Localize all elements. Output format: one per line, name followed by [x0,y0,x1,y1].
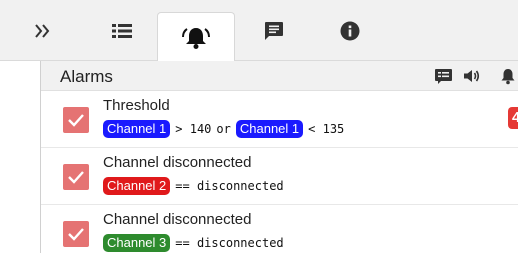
panel-title: Alarms [60,67,113,86]
panel-header: Alarms [41,61,518,91]
channel-chip[interactable]: Channel 3 [103,234,171,252]
message-icon[interactable] [434,68,452,84]
channel-chip[interactable]: Channel 2 [103,177,171,195]
tab-messages[interactable] [252,0,296,61]
alarm-checkbox[interactable] [63,164,89,190]
condition-operator: < 135 [308,122,345,136]
alarms-panel: Alarms Threshold Channel 1 > 140 or Chan… [40,61,518,253]
alarm-condition: Channel 1 > 140 or Channel 1 < 135 [103,119,349,139]
list-item[interactable]: Channel disconnected Channel 2 == discon… [41,149,518,205]
tab-info[interactable] [328,0,372,61]
check-icon [68,171,84,184]
condition-joiner: or [216,122,231,136]
check-icon [68,114,84,127]
alarm-checkbox[interactable] [63,221,89,247]
message-icon [265,21,283,40]
double-chevron-right-icon [35,23,50,38]
sidebar-tab-bar [0,0,518,62]
condition-expression: == disconnected [175,236,284,250]
alarm-title: Threshold [103,97,170,114]
condition-expression: == disconnected [175,179,284,193]
status-badge: 4 [508,107,518,129]
alarm-title: Channel disconnected [103,211,252,228]
channel-chip[interactable]: Channel 1 [235,120,304,138]
bell-icon[interactable] [499,68,517,84]
info-icon [340,21,360,40]
alarm-title: Channel disconnected [103,154,252,171]
list-icon [112,23,132,38]
bell-ringing-icon [182,27,210,49]
check-icon [68,228,84,241]
list-item[interactable]: Threshold Channel 1 > 140 or Channel 1 <… [41,92,518,148]
collapse-panel-button[interactable] [26,0,60,61]
sound-icon[interactable] [462,68,480,84]
tab-list[interactable] [102,0,142,61]
alarm-condition: Channel 2 == disconnected [103,176,289,196]
channel-chip[interactable]: Channel 1 [103,120,171,138]
alarm-condition: Channel 3 == disconnected [103,233,289,253]
list-item[interactable]: Channel disconnected Channel 3 == discon… [41,206,518,253]
tab-alarms[interactable] [157,12,235,62]
condition-operator: > 140 [175,122,212,136]
alarm-checkbox[interactable] [63,107,89,133]
